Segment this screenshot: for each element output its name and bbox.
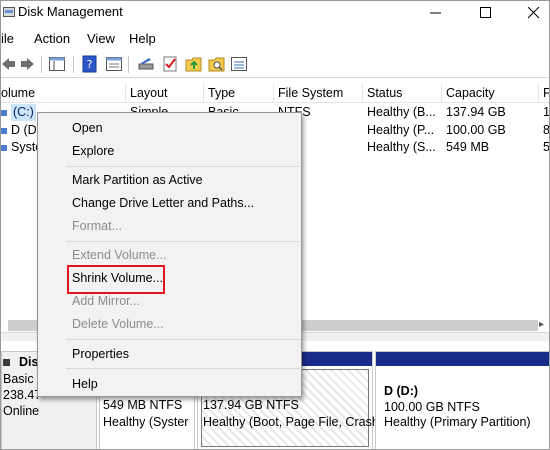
svg-text:?: ? xyxy=(87,58,93,71)
volume-icon xyxy=(1,110,7,116)
maximize-icon xyxy=(480,7,491,18)
toolbar-separator xyxy=(41,56,42,73)
disk-management-window: Disk Management ile Action View Help ? o… xyxy=(0,0,550,450)
cell-capacity: 137.94 GB xyxy=(446,105,506,119)
disk-status: Online xyxy=(3,404,40,418)
toolbar-separator xyxy=(73,56,74,73)
disk-management-icon xyxy=(3,7,15,17)
check-icon[interactable] xyxy=(161,55,179,73)
partition-size: 137.94 GB NTFS xyxy=(203,398,299,412)
menu-separator xyxy=(66,241,300,242)
cell-status: Healthy (S... xyxy=(367,140,436,154)
connect-disk-icon[interactable] xyxy=(137,55,155,73)
close-icon xyxy=(528,7,540,19)
menu-item-format: Format... xyxy=(72,219,123,233)
toolbar-separator xyxy=(128,56,129,73)
cell-status: Healthy (P... xyxy=(367,123,435,137)
cell-volume: (C:) xyxy=(11,104,36,121)
disk-name: Dis xyxy=(19,355,39,369)
partition-stripe xyxy=(376,352,549,366)
scroll-right-icon[interactable]: ▸ xyxy=(539,319,544,330)
partition-size: 100.00 GB NTFS xyxy=(384,400,480,414)
disk-type: Basic xyxy=(3,372,34,386)
maximize-button[interactable] xyxy=(463,1,509,25)
volume-icon xyxy=(1,145,7,151)
volume-icon xyxy=(1,128,7,134)
menu-item-help[interactable]: Help xyxy=(72,375,98,393)
menu-view[interactable]: View xyxy=(87,31,115,46)
console-tree-icon[interactable] xyxy=(48,55,66,73)
volume-list-header: olume Layout Type File System Status Cap… xyxy=(1,84,549,103)
menu-bar: ile Action View Help xyxy=(1,28,549,48)
title-bar: Disk Management xyxy=(1,1,549,25)
partition-name: D (D:) xyxy=(384,384,419,398)
menu-item-explore[interactable]: Explore xyxy=(72,142,114,160)
menu-file[interactable]: ile xyxy=(1,31,14,46)
menu-item-change-drive-letter[interactable]: Change Drive Letter and Paths... xyxy=(72,194,254,212)
cell-free-space: 8 xyxy=(543,123,550,137)
column-file-system[interactable]: File System xyxy=(274,84,363,103)
partition-d[interactable]: D (D:) 100.00 GB NTFS Healthy (Primary P… xyxy=(375,351,549,449)
cell-free-space: 1 xyxy=(543,105,550,119)
column-capacity[interactable]: Capacity xyxy=(442,84,539,103)
column-free-space[interactable]: F xyxy=(539,84,549,103)
menu-item-properties[interactable]: Properties xyxy=(72,345,129,363)
partition-status: Healthy (Primary Partition) xyxy=(384,415,531,429)
partition-status: Healthy (Syster xyxy=(103,415,189,429)
toolbar: ? xyxy=(1,51,549,78)
volume-context-menu: Open Explore Mark Partition as Active Ch… xyxy=(37,112,302,397)
shrink-volume-highlight xyxy=(67,265,165,294)
cell-volume: D (D xyxy=(11,123,37,137)
cell-capacity: 549 MB xyxy=(446,140,490,154)
menu-item-open[interactable]: Open xyxy=(72,119,103,137)
column-layout[interactable]: Layout xyxy=(126,84,204,103)
menu-help[interactable]: Help xyxy=(129,31,156,46)
disk-list-icon[interactable] xyxy=(230,55,248,73)
close-button[interactable] xyxy=(511,1,549,25)
cell-free-space: 5 xyxy=(543,140,550,154)
cell-capacity: 100.00 GB xyxy=(446,123,506,137)
disk-icon xyxy=(3,359,10,366)
forward-arrow-icon[interactable] xyxy=(17,55,35,73)
folder-up-icon[interactable] xyxy=(185,55,203,73)
partition-size: 549 MB NTFS xyxy=(103,398,183,412)
menu-item-add-mirror: Add Mirror... xyxy=(72,294,141,308)
menu-separator xyxy=(66,339,300,340)
help-book-icon[interactable]: ? xyxy=(81,55,99,73)
minimize-button[interactable] xyxy=(413,1,459,25)
window-title: Disk Management xyxy=(18,4,123,19)
menu-item-delete-volume: Delete Volume... xyxy=(72,317,164,331)
cell-status: Healthy (B... xyxy=(367,105,436,119)
menu-item-mark-active[interactable]: Mark Partition as Active xyxy=(72,171,203,189)
column-status[interactable]: Status xyxy=(363,84,442,103)
properties-icon[interactable] xyxy=(105,55,123,73)
minimize-icon xyxy=(430,12,441,14)
menu-item-extend-volume: Extend Volume... xyxy=(72,248,167,262)
partition-status: Healthy (Boot, Page File, Crash xyxy=(203,415,379,429)
menu-action[interactable]: Action xyxy=(34,31,70,46)
column-type[interactable]: Type xyxy=(204,84,274,103)
menu-separator xyxy=(66,166,300,167)
column-volume[interactable]: olume xyxy=(1,84,126,103)
search-folder-icon[interactable] xyxy=(208,55,226,73)
disk-size: 238.47 xyxy=(3,388,42,402)
menu-separator xyxy=(66,368,300,369)
